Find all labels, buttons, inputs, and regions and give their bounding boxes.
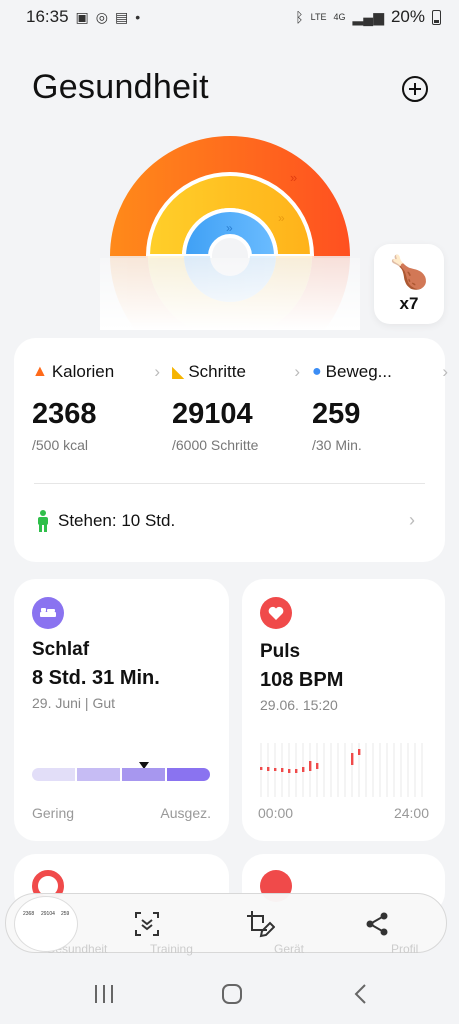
- activity-rings[interactable]: » » »: [100, 130, 360, 330]
- calendar-icon: ▤: [115, 8, 129, 25]
- screenshot-preview-thumbnail[interactable]: 2368 29104 259: [14, 896, 78, 952]
- pulse-reading: [274, 768, 277, 771]
- card-subtitle: 29.06. 15:20: [260, 697, 338, 713]
- metric-steps[interactable]: ◣ Schritte › 29104 /6000 Schritte: [172, 362, 308, 453]
- shoe-icon: ◣: [172, 364, 185, 381]
- metric-value: 29104: [172, 398, 253, 430]
- metric-move[interactable]: ● Beweg... › 259 /30 Min.: [312, 362, 448, 453]
- metric-label: Schritte: [188, 362, 246, 381]
- chevron-right-icon: ›: [409, 510, 415, 530]
- pulse-reading: [260, 767, 263, 770]
- axis-start-label: 00:00: [258, 805, 294, 821]
- status-time: 16:35: [26, 7, 69, 26]
- whatsapp-icon: ◎: [95, 8, 108, 25]
- chevron-right-icon: ›: [442, 362, 448, 381]
- stand-row[interactable]: Stehen: 10 Std. ›: [36, 510, 425, 532]
- share-icon: [366, 912, 388, 936]
- metric-calories[interactable]: ▲ Kalorien › 2368 /500 kcal: [32, 362, 168, 453]
- signal-icon: ▂▄▆: [352, 8, 384, 25]
- battery-percent: 20%: [390, 7, 425, 26]
- pulse-reading: [316, 763, 319, 769]
- sleep-bar-segment: [122, 768, 165, 781]
- stand-label: Stehen: 10 Std.: [58, 511, 176, 530]
- activity-summary-card: ▲ Kalorien › 2368 /500 kcal ◣ Schritte ›…: [14, 338, 448, 562]
- reward-badge[interactable]: 🍗 x7: [374, 244, 444, 324]
- pulse-reading: [295, 769, 298, 773]
- metric-goal: /500 kcal: [32, 437, 89, 453]
- header: Gesundheit: [32, 68, 432, 118]
- card-value: 8 Std. 31 Min.: [32, 667, 160, 689]
- metric-goal: /30 Min.: [312, 437, 362, 453]
- metric-label: Beweg...: [325, 362, 392, 381]
- page-title: Gesundheit: [32, 68, 209, 106]
- sleep-card[interactable]: Schlaf 8 Std. 31 Min. 29. Juni | Gut Ger…: [14, 579, 229, 841]
- chevron-right-icon: ›: [294, 362, 300, 381]
- ring-arrow-icon: »: [290, 170, 297, 185]
- sleep-quality-bar: [32, 768, 210, 781]
- standing-person-icon: [38, 510, 48, 532]
- chevron-right-icon: ›: [154, 362, 160, 381]
- ring-arrow-icon: »: [226, 221, 233, 235]
- scale-low-label: Gering: [32, 805, 75, 821]
- scale-high-label: Ausgez.: [160, 805, 211, 821]
- pulse-reading: [351, 753, 354, 765]
- pulse-card[interactable]: Puls 108 BPM 29.06. 15:20 00:00 24:00: [242, 579, 445, 841]
- nav-profile-label[interactable]: Profil: [391, 942, 418, 956]
- metric-value: 2368: [32, 398, 97, 430]
- pulse-reading: [358, 749, 361, 755]
- sleep-bar-segment: [32, 768, 75, 781]
- pulse-reading: [302, 767, 305, 772]
- recent-apps-icon: [95, 985, 113, 1003]
- thumb-value: 259: [61, 911, 70, 917]
- ring-arrow-icon: »: [278, 211, 285, 225]
- notification-dot: •: [135, 9, 141, 25]
- metric-goal: /6000 Schritte: [172, 437, 259, 453]
- sleep-bar-segment: [167, 768, 210, 781]
- gallery-icon: ▣: [75, 8, 89, 25]
- nav-device-label[interactable]: Gerät: [274, 942, 304, 956]
- home-button[interactable]: [218, 982, 246, 1006]
- pulse-reading: [267, 767, 270, 771]
- bluetooth-icon: ᛒ: [295, 9, 304, 25]
- pulse-reading: [288, 769, 291, 773]
- home-icon: [222, 984, 242, 1004]
- heart-icon: [260, 597, 292, 629]
- metric-label: Kalorien: [51, 362, 115, 381]
- back-button[interactable]: [346, 982, 374, 1006]
- reward-count: x7: [399, 294, 419, 313]
- share-button[interactable]: [359, 906, 395, 942]
- drumstick-icon: 🍗: [389, 254, 429, 290]
- data-icon: 4G: [333, 11, 346, 22]
- status-bar: 16:35 ▣ ◎ ▤ • ᛒ LTE 4G ▂▄▆ 20%: [0, 0, 459, 34]
- edit-screenshot-button[interactable]: [242, 906, 278, 942]
- divider: [34, 483, 425, 484]
- card-value: 108 BPM: [260, 669, 344, 691]
- card-title: Schlaf: [32, 639, 90, 660]
- pulse-reading: [309, 761, 312, 771]
- sleep-bar-segment: [77, 768, 120, 781]
- pulse-chart: [260, 743, 423, 797]
- axis-end-label: 24:00: [393, 805, 429, 821]
- back-icon: [354, 984, 366, 1004]
- pulse-reading: [281, 768, 284, 772]
- clock-icon: ●: [312, 363, 322, 380]
- scroll-capture-button[interactable]: [129, 906, 165, 942]
- thumb-value: 29104: [41, 911, 55, 917]
- add-button[interactable]: [402, 76, 428, 102]
- thumb-value: 2368: [23, 911, 35, 917]
- screenshot-toolbar: Gesundheit Training Gerät Profil 2368 29…: [5, 893, 447, 956]
- bed-icon: [32, 597, 64, 629]
- system-navigation-bar: [0, 964, 459, 1024]
- card-title: Puls: [260, 641, 301, 662]
- scroll-capture-icon: [135, 912, 159, 936]
- recent-apps-button[interactable]: [90, 982, 118, 1006]
- nav-training-label[interactable]: Training: [150, 942, 193, 956]
- metric-value: 259: [312, 398, 361, 430]
- flame-icon: ▲: [32, 363, 48, 380]
- battery-icon: [432, 9, 441, 25]
- card-subtitle: 29. Juni | Gut: [32, 695, 116, 711]
- crop-edit-icon: [247, 911, 275, 938]
- volte-icon: LTE: [310, 11, 327, 22]
